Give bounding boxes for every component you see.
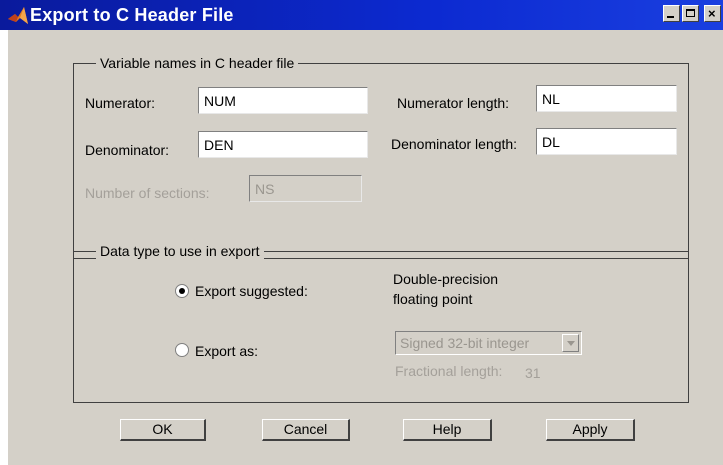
numerator-length-field[interactable]: NL xyxy=(536,85,677,112)
number-of-sections-field[interactable]: NS xyxy=(249,175,362,202)
fractional-length-value: 31 xyxy=(525,365,541,381)
window-title: Export to C Header File xyxy=(30,5,234,25)
matlab-logo-icon xyxy=(8,7,28,24)
suggested-type-line1: Double-precision xyxy=(393,271,499,287)
numerator-length-label: Numerator length: xyxy=(397,95,510,111)
close-button[interactable]: × xyxy=(704,5,721,22)
denominator-length-field[interactable]: DL xyxy=(536,128,677,155)
numerator-label: Numerator: xyxy=(85,95,156,111)
dialog-client-area: Variable names in C header file Numerato… xyxy=(8,30,723,465)
ok-button[interactable]: OK xyxy=(120,419,206,441)
minimize-icon xyxy=(667,16,674,18)
maximize-button[interactable] xyxy=(682,5,699,22)
export-suggested-label[interactable]: Export suggested: xyxy=(195,283,308,299)
export-as-radio[interactable] xyxy=(175,343,189,357)
number-of-sections-label: Number of sections: xyxy=(85,185,210,201)
radio-selected-dot xyxy=(179,288,185,294)
denominator-length-label: Denominator length: xyxy=(391,136,518,152)
suggested-type-line2: floating point xyxy=(393,291,473,307)
maximize-icon xyxy=(686,9,695,17)
data-type-group-title: Data type to use in export xyxy=(96,243,264,259)
minimize-button[interactable] xyxy=(663,5,680,22)
title-bar[interactable]: Export to C Header File × xyxy=(0,0,723,30)
export-as-label[interactable]: Export as: xyxy=(195,343,258,359)
numerator-field[interactable]: NUM xyxy=(198,87,368,114)
denominator-field[interactable]: DEN xyxy=(198,131,368,158)
close-icon: × xyxy=(708,6,716,21)
export-as-datatype-value: Signed 32-bit integer xyxy=(400,335,530,351)
fractional-length-label: Fractional length: xyxy=(395,363,503,379)
variable-names-group-title: Variable names in C header file xyxy=(96,55,299,71)
export-dialog-window: Export to C Header File × Variable names… xyxy=(0,0,723,465)
denominator-label: Denominator: xyxy=(85,142,170,158)
export-suggested-radio[interactable] xyxy=(175,284,189,298)
data-type-group xyxy=(73,251,689,403)
cancel-button[interactable]: Cancel xyxy=(262,419,350,441)
export-as-datatype-select[interactable]: Signed 32-bit integer xyxy=(395,331,582,355)
help-button[interactable]: Help xyxy=(403,419,492,441)
chevron-down-icon[interactable] xyxy=(562,334,579,352)
apply-button[interactable]: Apply xyxy=(546,419,635,441)
